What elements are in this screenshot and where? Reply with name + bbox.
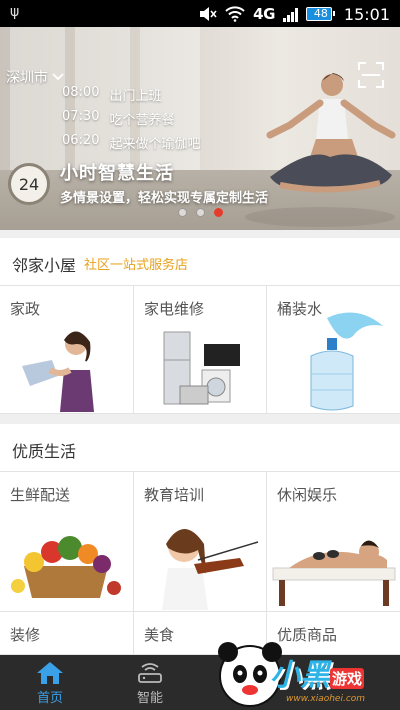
appliances-image (163, 331, 240, 405)
carousel-dot[interactable] (178, 208, 187, 217)
section-tag: 社区一站式服务店 (84, 258, 189, 273)
service-decoration[interactable]: 装修 (0, 612, 134, 655)
clock-badge: 24 (8, 163, 50, 205)
banner-subtitle: 多情景设置，轻松实现专属定制生活 (60, 191, 269, 206)
service-label: 美食 (144, 626, 175, 644)
window-decor (10, 27, 65, 177)
service-label: 家电维修 (144, 300, 205, 318)
schedule-time: 07:30 (62, 109, 100, 124)
service-label: 教育培训 (144, 486, 205, 504)
watermark-text: 小黑 (270, 658, 330, 693)
housekeeper-image (22, 331, 100, 412)
city-label: 深圳市 (6, 70, 48, 86)
schedule-text: 吃个营养餐 (109, 113, 175, 128)
tab-label: 智能 (136, 691, 163, 706)
home-icon (37, 662, 63, 684)
tab-label: 首页 (36, 691, 63, 706)
battery-icon: 48 (305, 7, 335, 21)
service-label: 生鲜配送 (10, 486, 71, 504)
schedule-item: 06:20 起来做个瑜伽吧 (62, 133, 200, 152)
service-appliance-repair[interactable]: 家电维修 (134, 286, 267, 414)
schedule-item: 08:00 出门上班 (62, 85, 161, 104)
carousel-dot-active[interactable] (214, 208, 223, 217)
tab-home[interactable]: 首页 (0, 655, 100, 710)
wifi-icon (225, 6, 245, 22)
service-housekeeping[interactable]: 家政 (0, 286, 134, 414)
schedule-text: 起来做个瑜伽吧 (109, 137, 201, 152)
section-title: 邻家小屋 (12, 256, 77, 275)
service-label: 休闲娱乐 (277, 486, 338, 504)
status-time: 15:01 (343, 4, 390, 24)
battery-level: 48 (313, 7, 328, 20)
spa-massage-image (272, 540, 396, 606)
schedule-text: 出门上班 (109, 89, 162, 104)
mute-icon (200, 7, 217, 21)
service-education[interactable]: 教育培训 (134, 472, 267, 612)
section-header-neighbor: 邻家小屋 社区一站式服务店 (0, 238, 400, 286)
neighbor-grid: 家政 家电维修 桶装水 (0, 286, 400, 414)
network-type: 4G (253, 5, 275, 23)
watermark-text-2: 游戏 (330, 668, 365, 689)
status-bar: ψ 4G 48 15:01 (0, 0, 400, 27)
carousel-dot[interactable] (196, 208, 205, 217)
water-bottle-image (310, 312, 383, 411)
app-screen: ψ 4G 48 15:01 深圳市 08:00 出门上班 07:30 吃个营养餐… (0, 0, 400, 710)
quality-grid: 生鲜配送 教育培训 休闲娱乐 装修 美食 优质商品 (0, 472, 400, 655)
watermark-url: www.xiaohei.com (286, 694, 366, 704)
tab-smart[interactable]: 智能 (100, 655, 200, 710)
promo-banner[interactable]: 深圳市 08:00 出门上班 07:30 吃个营养餐 06:20 起来做个瑜伽吧… (0, 27, 400, 230)
service-bottled-water[interactable]: 桶装水 (267, 286, 400, 414)
service-label: 家政 (10, 300, 41, 318)
service-fresh-delivery[interactable]: 生鲜配送 (0, 472, 134, 612)
scan-icon[interactable] (358, 62, 384, 88)
fresh-produce-image (11, 536, 121, 598)
schedule-time: 08:00 (62, 85, 100, 100)
service-label: 装修 (10, 626, 41, 644)
banner-title: 小时智慧生活 (60, 163, 174, 184)
schedule-item: 07:30 吃个营养餐 (62, 109, 174, 128)
violin-girl-image (162, 529, 259, 610)
usb-icon: ψ (10, 4, 20, 20)
section-header-quality: 优质生活 (0, 424, 400, 472)
city-selector[interactable]: 深圳市 (6, 67, 65, 87)
section-title: 优质生活 (12, 442, 77, 461)
signal-icon (282, 7, 298, 22)
clock-badge-number: 24 (18, 174, 40, 194)
router-icon (138, 663, 162, 683)
schedule-time: 06:20 (62, 133, 100, 148)
carousel-dots (178, 208, 223, 217)
chevron-down-icon (52, 73, 64, 81)
service-leisure[interactable]: 休闲娱乐 (267, 472, 400, 612)
